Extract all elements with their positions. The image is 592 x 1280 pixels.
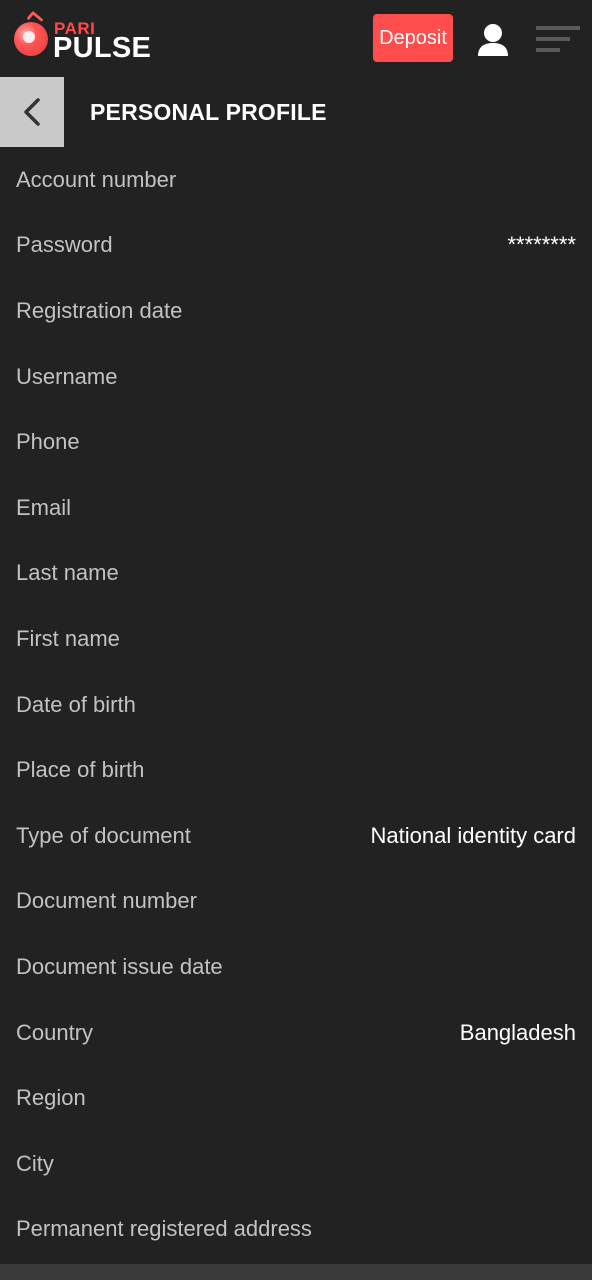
field-label: Date of birth	[16, 691, 136, 717]
logo-ball-icon	[14, 22, 48, 56]
field-label: Region	[16, 1085, 86, 1111]
field-label: Phone	[16, 429, 80, 455]
field-value: National identity card	[370, 822, 576, 848]
profile-row-username[interactable]: Username	[0, 344, 592, 410]
profile-row-phone[interactable]: Phone	[0, 409, 592, 475]
field-label: Username	[16, 363, 118, 389]
field-label: Type of document	[16, 822, 191, 848]
deposit-button[interactable]: Deposit	[373, 14, 453, 62]
field-label: Permanent registered address	[16, 1216, 312, 1242]
field-label: Password	[16, 232, 113, 258]
profile-row-last-name[interactable]: Last name	[0, 541, 592, 607]
profile-row-password[interactable]: Password ********	[0, 213, 592, 279]
profile-row-type-of-document[interactable]: Type of document National identity card	[0, 803, 592, 869]
field-label: Account number	[16, 166, 177, 192]
main-menu-button[interactable]	[532, 22, 580, 58]
field-value: ********	[507, 232, 577, 258]
logo-text-bottom: PULSE	[53, 32, 152, 64]
top-header: PARI PULSE Deposit	[0, 0, 592, 76]
bottom-strip	[0, 1264, 592, 1280]
profile-row-registration-date[interactable]: Registration date	[0, 278, 592, 344]
paripulse-logo[interactable]: PARI PULSE	[12, 10, 172, 64]
page-title: PERSONAL PROFILE	[90, 99, 327, 125]
profile-row-document-number[interactable]: Document number	[0, 869, 592, 935]
field-label: City	[16, 1150, 54, 1176]
page-title-bar: PERSONAL PROFILE	[0, 77, 592, 147]
profile-row-email[interactable]: Email	[0, 475, 592, 541]
field-label: Place of birth	[16, 757, 145, 783]
hamburger-menu-icon	[536, 26, 580, 52]
profile-row-first-name[interactable]: First name	[0, 606, 592, 672]
field-label: First name	[16, 625, 120, 651]
profile-fields-list: Account number Password ******** Registr…	[0, 147, 592, 1262]
user-icon	[478, 24, 508, 56]
profile-row-document-issue-date[interactable]: Document issue date	[0, 934, 592, 1000]
field-label: Last name	[16, 560, 119, 586]
field-label: Registration date	[16, 297, 183, 323]
profile-row-country[interactable]: Country Bangladesh	[0, 1000, 592, 1066]
field-label: Document number	[16, 888, 197, 914]
account-button[interactable]	[473, 22, 513, 58]
profile-row-permanent-address[interactable]: Permanent registered address	[0, 1197, 592, 1263]
field-value: Bangladesh	[459, 1019, 576, 1045]
back-button[interactable]	[0, 77, 64, 147]
profile-row-place-of-birth[interactable]: Place of birth	[0, 737, 592, 803]
chevron-left-icon	[24, 98, 40, 126]
field-label: Email	[16, 494, 72, 520]
profile-row-date-of-birth[interactable]: Date of birth	[0, 672, 592, 738]
field-label: Country	[16, 1019, 94, 1045]
profile-row-city[interactable]: City	[0, 1131, 592, 1197]
profile-row-region[interactable]: Region	[0, 1065, 592, 1131]
field-label: Document issue date	[16, 953, 223, 979]
profile-row-account-number[interactable]: Account number	[0, 147, 592, 213]
